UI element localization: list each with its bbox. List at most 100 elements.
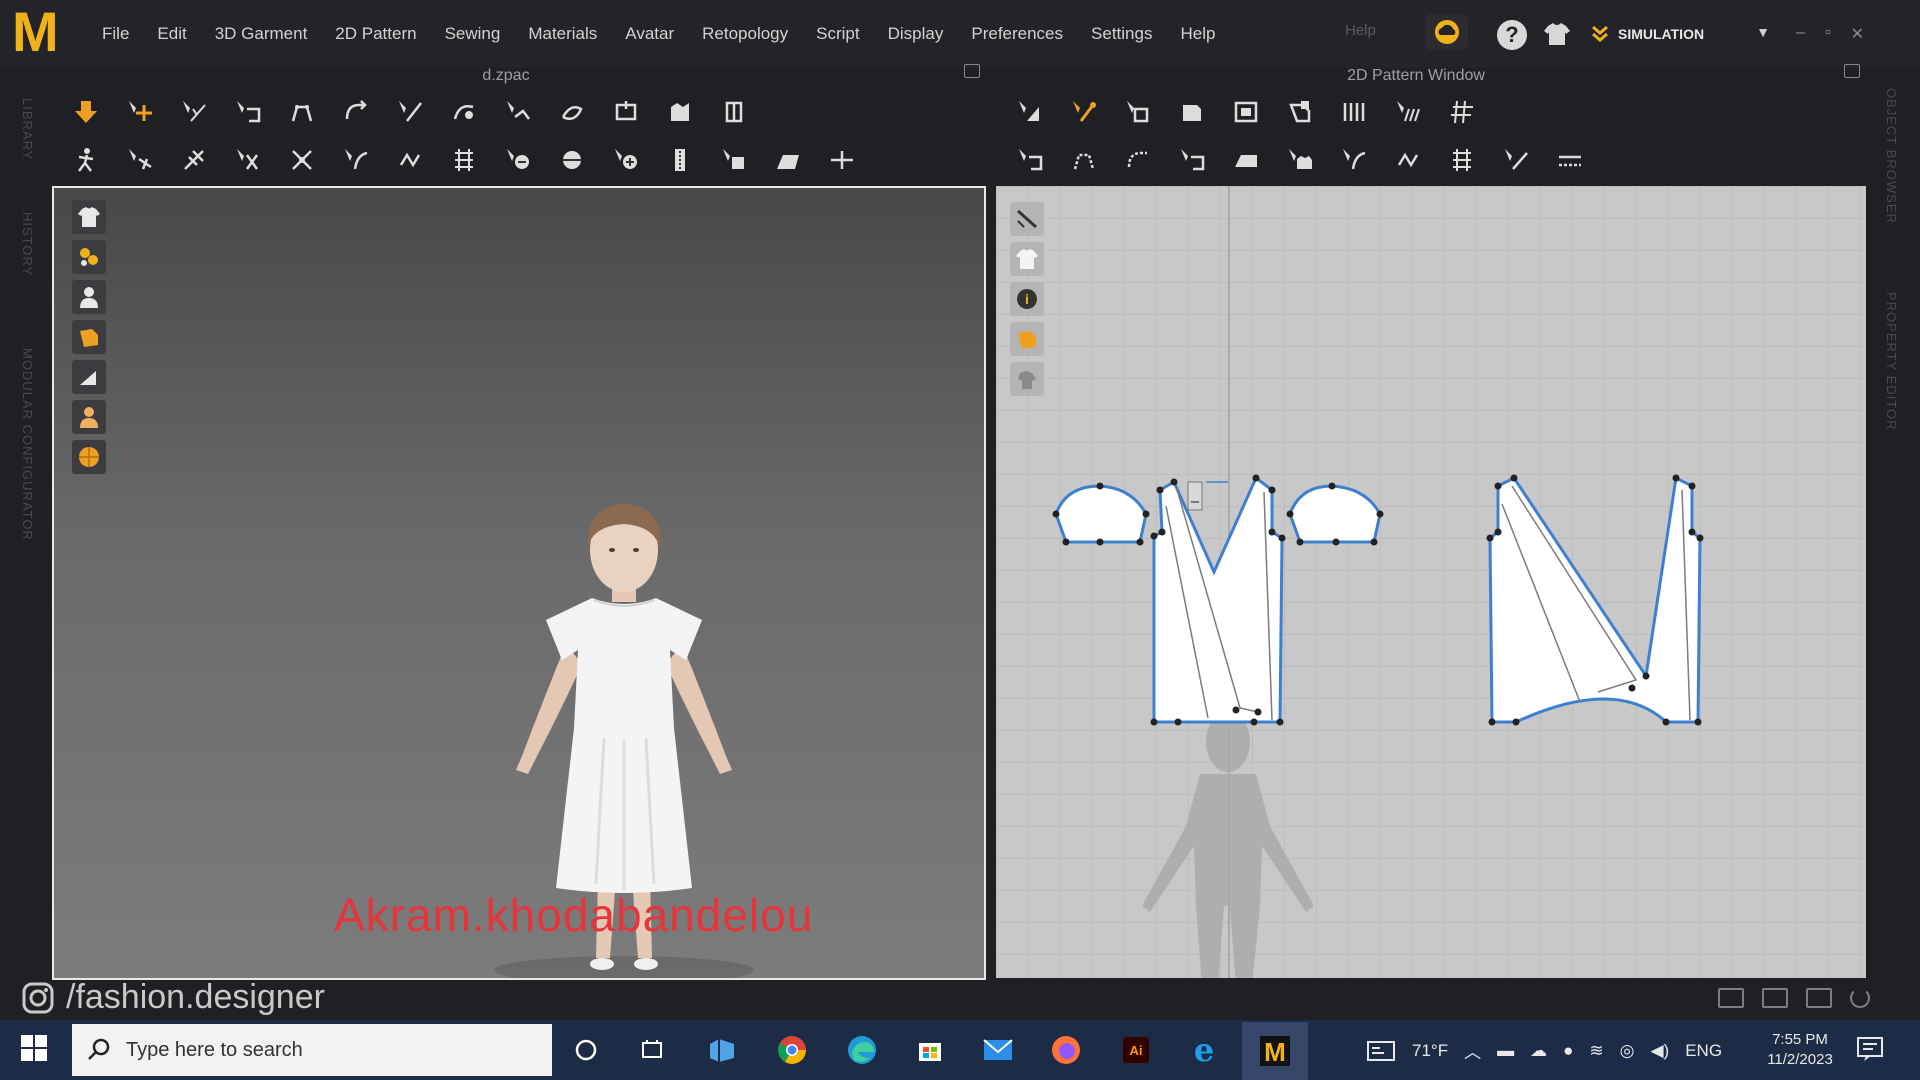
menu-settings[interactable]: Settings: [1077, 22, 1166, 46]
menu-edit[interactable]: Edit: [143, 22, 200, 46]
internal-rect-icon[interactable]: [1228, 95, 1264, 129]
sewing-line-display-icon[interactable]: [72, 360, 106, 394]
store-icon[interactable]: [910, 1030, 950, 1070]
notification-center-icon[interactable]: [1856, 1036, 1886, 1064]
avatar-display-icon[interactable]: [72, 280, 106, 314]
mail-icon[interactable]: [978, 1030, 1018, 1070]
refresh-icon[interactable]: [1850, 988, 1870, 1008]
trace-line-icon[interactable]: [1498, 143, 1534, 177]
sew-point-icon[interactable]: [392, 143, 428, 177]
menu-materials[interactable]: Materials: [514, 22, 611, 46]
iron-icon[interactable]: [1228, 143, 1264, 177]
microphone-icon[interactable]: ●: [1563, 1041, 1573, 1061]
button-tool-icon[interactable]: [716, 143, 752, 177]
edit-point-icon[interactable]: [1066, 95, 1102, 129]
menu-3d-garment[interactable]: 3D Garment: [201, 22, 322, 46]
zigzag-sewing-icon[interactable]: [1390, 143, 1426, 177]
menu-sewing[interactable]: Sewing: [431, 22, 515, 46]
property-editor-tab[interactable]: PROPERTY EDITOR: [1884, 292, 1899, 431]
garment-shirt-icon[interactable]: [1540, 18, 1574, 50]
menu-2d-pattern[interactable]: 2D Pattern: [321, 22, 430, 46]
menu-display[interactable]: Display: [874, 22, 958, 46]
select-mesh-tool-icon[interactable]: [176, 95, 212, 129]
3d-viewport[interactable]: Akram.khodabandelou: [52, 186, 986, 980]
modular-configurator-tab[interactable]: MODULAR CONFIGURATOR: [20, 348, 35, 541]
popout-3d-icon[interactable]: [964, 64, 980, 78]
tray-chevron-up-icon[interactable]: ︿: [1464, 1038, 1481, 1063]
fold-arrange-icon[interactable]: [284, 95, 320, 129]
arrow-down-tool-icon[interactable]: [68, 95, 104, 129]
dashed-line-icon[interactable]: [1552, 143, 1588, 177]
popout-2d-icon[interactable]: [1844, 64, 1860, 78]
pattern-mesh-icon[interactable]: [1444, 143, 1480, 177]
help-icon[interactable]: ?: [1497, 20, 1527, 50]
reset-fold-icon[interactable]: [338, 95, 374, 129]
menu-script[interactable]: Script: [802, 22, 873, 46]
rectangle-tool-icon[interactable]: [1174, 95, 1210, 129]
sew-line-icon[interactable]: [1066, 143, 1102, 177]
polygon-tool-icon[interactable]: [1120, 95, 1156, 129]
fabric-texture-icon[interactable]: [72, 240, 106, 274]
speaker-icon[interactable]: ◀): [1650, 1041, 1669, 1061]
help-search-field[interactable]: Help: [1345, 22, 1376, 39]
seam-point-icon[interactable]: [1336, 143, 1372, 177]
menu-avatar[interactable]: Avatar: [611, 22, 688, 46]
firefox-icon[interactable]: [1046, 1030, 1086, 1070]
weather-temperature[interactable]: 71°F: [1412, 1041, 1448, 1061]
object-browser-tab[interactable]: OBJECT BROWSER: [1884, 88, 1899, 224]
pattern-grid-icon[interactable]: [1444, 95, 1480, 129]
wifi-icon[interactable]: ≋: [1589, 1041, 1603, 1061]
close-button[interactable]: ✕: [1851, 24, 1864, 44]
select-point-icon[interactable]: [122, 143, 158, 177]
fabric-sphere-icon[interactable]: [72, 440, 106, 474]
weather-widget-icon[interactable]: [1366, 1040, 1396, 1062]
fold-tool-icon[interactable]: [230, 95, 266, 129]
grid-view-icon[interactable]: [1762, 988, 1788, 1008]
tile-view-icon[interactable]: [1806, 988, 1832, 1008]
minimize-button[interactable]: –: [1796, 24, 1805, 44]
restore-button[interactable]: ▫: [1825, 24, 1831, 44]
app-logo[interactable]: M: [12, 4, 66, 60]
fold-line-icon[interactable]: [1012, 143, 1048, 177]
tack-tool-icon[interactable]: [500, 95, 536, 129]
chrome-icon[interactable]: [772, 1030, 812, 1070]
segment-sewing-icon[interactable]: [1336, 95, 1372, 129]
menu-preferences[interactable]: Preferences: [957, 22, 1077, 46]
simulation-dropdown[interactable]: SIMULATION ▼: [1590, 18, 1770, 50]
cloud-sync-icon[interactable]: ☁: [1530, 1041, 1547, 1061]
line-tool-icon[interactable]: [392, 95, 428, 129]
network-icon[interactable]: ▬: [1497, 1041, 1514, 1061]
measure-tool-icon[interactable]: [176, 143, 212, 177]
2d-pattern-window[interactable]: i: [996, 186, 1866, 978]
menu-file[interactable]: File: [88, 22, 143, 46]
history-tab[interactable]: HISTORY: [20, 212, 35, 276]
split-view-icon[interactable]: [1718, 988, 1744, 1008]
minus-circle-icon[interactable]: [500, 143, 536, 177]
edge-icon[interactable]: [842, 1030, 882, 1070]
zipper-icon[interactable]: [662, 143, 698, 177]
shirt-pattern-icon[interactable]: [1282, 143, 1318, 177]
pin-tool-icon[interactable]: [554, 95, 590, 129]
illustrator-icon[interactable]: Ai: [1116, 1030, 1156, 1070]
taskbar-clock[interactable]: 7:55 PM 11/2/2023: [1760, 1030, 1840, 1070]
library-tab[interactable]: LIBRARY: [20, 98, 35, 160]
task-view-icon[interactable]: [632, 1030, 672, 1070]
clo3d-taskbar-icon[interactable]: M: [1242, 1022, 1308, 1080]
globe-language-icon[interactable]: ◎: [1620, 1041, 1635, 1061]
globe-icon[interactable]: [554, 143, 590, 177]
menu-help[interactable]: Help: [1166, 22, 1229, 46]
fit-point-icon[interactable]: [338, 143, 374, 177]
windows-start-icon[interactable]: [20, 1034, 52, 1066]
grain-line-icon[interactable]: [1390, 95, 1426, 129]
plus-circle-icon[interactable]: [608, 143, 644, 177]
internet-explorer-icon[interactable]: e: [1184, 1030, 1224, 1070]
transform-pattern-icon[interactable]: [1012, 95, 1048, 129]
language-indicator[interactable]: ENG: [1685, 1041, 1722, 1061]
garment-arrange-icon[interactable]: [662, 95, 698, 129]
free-sewing-icon[interactable]: [1120, 143, 1156, 177]
dart-tool-icon[interactable]: [1282, 95, 1318, 129]
garment-display-icon[interactable]: [72, 200, 106, 234]
avatar-skin-icon[interactable]: [72, 400, 106, 434]
m-n-sewing-icon[interactable]: [1174, 143, 1210, 177]
fit-garment-icon[interactable]: [608, 95, 644, 129]
